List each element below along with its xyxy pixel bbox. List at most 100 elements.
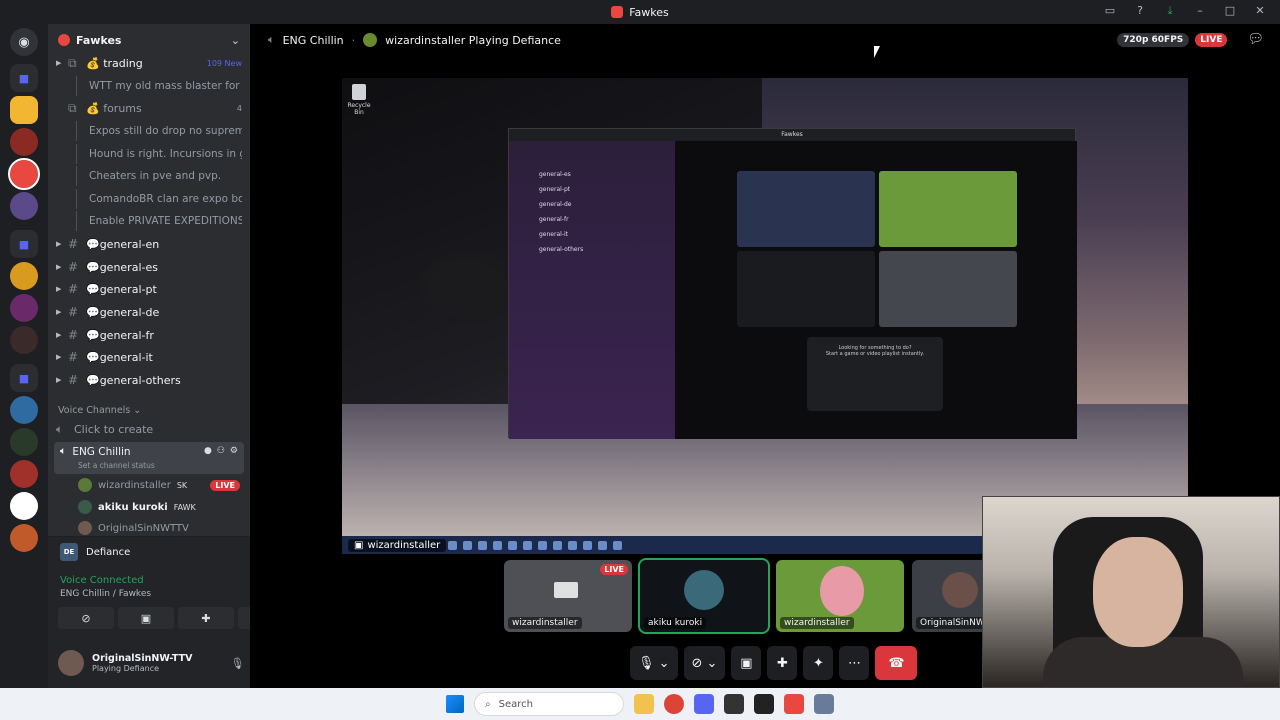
server-folder-icon[interactable]: ■ <box>10 230 38 258</box>
channel-label: 💬general-it <box>86 350 153 364</box>
disconnect-button[interactable]: ☎ <box>875 646 918 680</box>
channel-label: 💬general-en <box>86 237 160 251</box>
windows-start-icon[interactable] <box>446 695 464 713</box>
server-folder-icon[interactable]: ■ <box>10 64 38 92</box>
avatar <box>684 570 724 610</box>
username[interactable]: OriginalSinNW-TTV <box>92 653 192 664</box>
server-icon[interactable] <box>10 492 38 520</box>
channel-general-others[interactable]: ▶ # 💬general-others <box>56 370 242 390</box>
fawkes-server-icon[interactable] <box>8 158 40 190</box>
voice-status[interactable]: Voice Connected <box>60 575 144 586</box>
chat-icon[interactable]: 💬︎ <box>1247 32 1264 47</box>
avatar[interactable] <box>58 650 84 676</box>
voice-member[interactable]: akiku kuroki FAWK <box>78 500 240 514</box>
channel-general-fr[interactable]: ▶ # 💬general-fr <box>56 325 242 345</box>
collapse-arrow-icon: ▶ <box>56 376 62 384</box>
activity-button[interactable]: ✚ <box>767 646 798 680</box>
stream-quality[interactable]: 720p 60FPS <box>1117 32 1190 47</box>
taskbar-search[interactable]: ⌕ Search <box>474 692 624 716</box>
mouse-cursor <box>874 46 886 58</box>
download-icon[interactable]: ⤓ <box>1162 4 1178 18</box>
webcam-overlay <box>982 496 1280 688</box>
server-icon[interactable] <box>10 128 38 156</box>
click-to-create-channel[interactable]: 🔈︎ Click to create <box>56 419 242 439</box>
server-header[interactable]: Fawkes ⌄ <box>48 24 250 56</box>
voice-member[interactable]: OriginalSinNWTTV <box>78 521 240 535</box>
microphone-button[interactable]: 🎙︎ ⌄ <box>630 646 678 680</box>
help-icon[interactable]: ? <box>1132 4 1148 18</box>
channel-status[interactable]: Set a channel status <box>78 461 155 470</box>
discord-icon[interactable] <box>694 694 714 714</box>
forum-icon: ⧉ <box>68 100 77 115</box>
channel-general-en[interactable]: ▶ # 💬general-en <box>56 234 242 254</box>
channel-general-it[interactable]: ▶ # 💬general-it <box>56 347 242 367</box>
hash-icon: # <box>68 305 79 319</box>
minimize-icon[interactable]: – <box>1192 4 1208 18</box>
voice-channel-eng-chillin[interactable]: 🔈︎ ENG Chillin Set a channel status ● ⚇ … <box>54 442 244 474</box>
server-icon[interactable] <box>10 294 38 322</box>
screen-share-button[interactable]: ▣ <box>731 646 762 680</box>
activity-game[interactable]: DE Defiance <box>60 543 130 561</box>
voice-channel-name: ENG Chillin <box>72 445 131 458</box>
server-icon[interactable] <box>10 524 38 552</box>
voice-member[interactable]: wizardinstaller SK LIVE <box>78 478 240 492</box>
collapse-arrow-icon: ▶ <box>56 353 62 361</box>
hash-icon: # <box>68 282 79 296</box>
hash-icon: # <box>68 260 79 274</box>
server-icon[interactable] <box>10 96 38 124</box>
thread-item[interactable]: Cheaters in pve and pvp. <box>76 166 242 186</box>
server-icon[interactable] <box>10 428 38 456</box>
server-icon[interactable] <box>10 326 38 354</box>
terminal-icon[interactable] <box>754 694 774 714</box>
channel-trading[interactable]: ▶ ⧉ 💰 trading 109 New <box>56 53 242 73</box>
server-icon[interactable] <box>10 396 38 424</box>
participant-tile[interactable]: wizardinstaller <box>776 560 904 632</box>
participant-tile[interactable]: LIVE wizardinstaller <box>504 560 632 632</box>
activity-button[interactable]: ✚ <box>178 607 234 629</box>
thread-item[interactable]: Expos still do drop no supreme ch... <box>76 121 242 141</box>
close-icon[interactable]: ✕ <box>1252 4 1268 18</box>
server-name: Fawkes <box>76 33 122 47</box>
collapse-arrow-icon: ▶ <box>56 331 62 339</box>
screen-share-button[interactable]: ▣ <box>118 607 174 629</box>
avatar <box>78 521 92 535</box>
fawkes-app-icon[interactable] <box>784 694 804 714</box>
server-icon[interactable] <box>10 192 38 220</box>
thread-label: Enable PRIVATE EXPEDITIONS - t... <box>89 215 242 227</box>
file-explorer-icon[interactable] <box>634 694 654 714</box>
channel-general-es[interactable]: ▶ # 💬general-es <box>56 257 242 277</box>
camera-off-button[interactable]: ⊘ <box>58 607 114 629</box>
participant-tile[interactable]: akiku kuroki <box>638 558 770 634</box>
chat-icon[interactable]: ● <box>204 446 212 456</box>
participant-tile[interactable]: OriginalSinNWTTV <box>912 560 992 632</box>
speaker-icon: 🔈︎ <box>60 445 67 457</box>
app-icon[interactable] <box>814 694 834 714</box>
thread-item[interactable]: Enable PRIVATE EXPEDITIONS - t... <box>76 211 242 231</box>
server-icon[interactable] <box>10 460 38 488</box>
gear-icon[interactable]: ⚙ <box>230 446 238 456</box>
invite-icon[interactable]: ⚇ <box>217 446 225 456</box>
camera-button[interactable]: ⊘ ⌄ <box>683 646 726 680</box>
server-folder-icon[interactable]: ■ <box>10 364 38 392</box>
thread-item[interactable]: ComandoBR clan are expo booters <box>76 189 242 209</box>
stream-view[interactable]: Recycle Bin Fawkes general-es general-pt… <box>342 78 1188 554</box>
maximize-icon[interactable]: □ <box>1222 4 1238 18</box>
streamer-tag: ▣ wizardinstaller <box>348 539 447 552</box>
channel-general-de[interactable]: ▶ # 💬general-de <box>56 302 242 322</box>
app-icon[interactable] <box>724 694 744 714</box>
chrome-icon[interactable] <box>664 694 684 714</box>
microphone-icon[interactable]: 🎙︎ <box>231 657 245 670</box>
more-button[interactable]: ⋯ <box>839 646 870 680</box>
thread-item[interactable]: Hound is right. Incursions in gene... <box>76 144 242 164</box>
server-icon[interactable] <box>10 262 38 290</box>
inbox-icon[interactable]: ▭ <box>1102 4 1118 18</box>
thread-item[interactable]: WTT my old mass blaster for som... <box>76 76 242 96</box>
discord-home-icon[interactable]: ◉ <box>10 28 38 56</box>
voice-channels-header[interactable]: Voice Channels ⌄ <box>58 405 141 416</box>
soundboard-button[interactable]: ✦ <box>803 646 834 680</box>
live-badge: LIVE <box>210 479 240 491</box>
channel-forums[interactable]: ⧉ 💰 forums 4 <box>56 98 242 118</box>
hash-icon: # <box>68 237 79 251</box>
voice-location[interactable]: ENG Chillin / Fawkes <box>60 589 151 599</box>
channel-general-pt[interactable]: ▶ # 💬general-pt <box>56 279 242 299</box>
